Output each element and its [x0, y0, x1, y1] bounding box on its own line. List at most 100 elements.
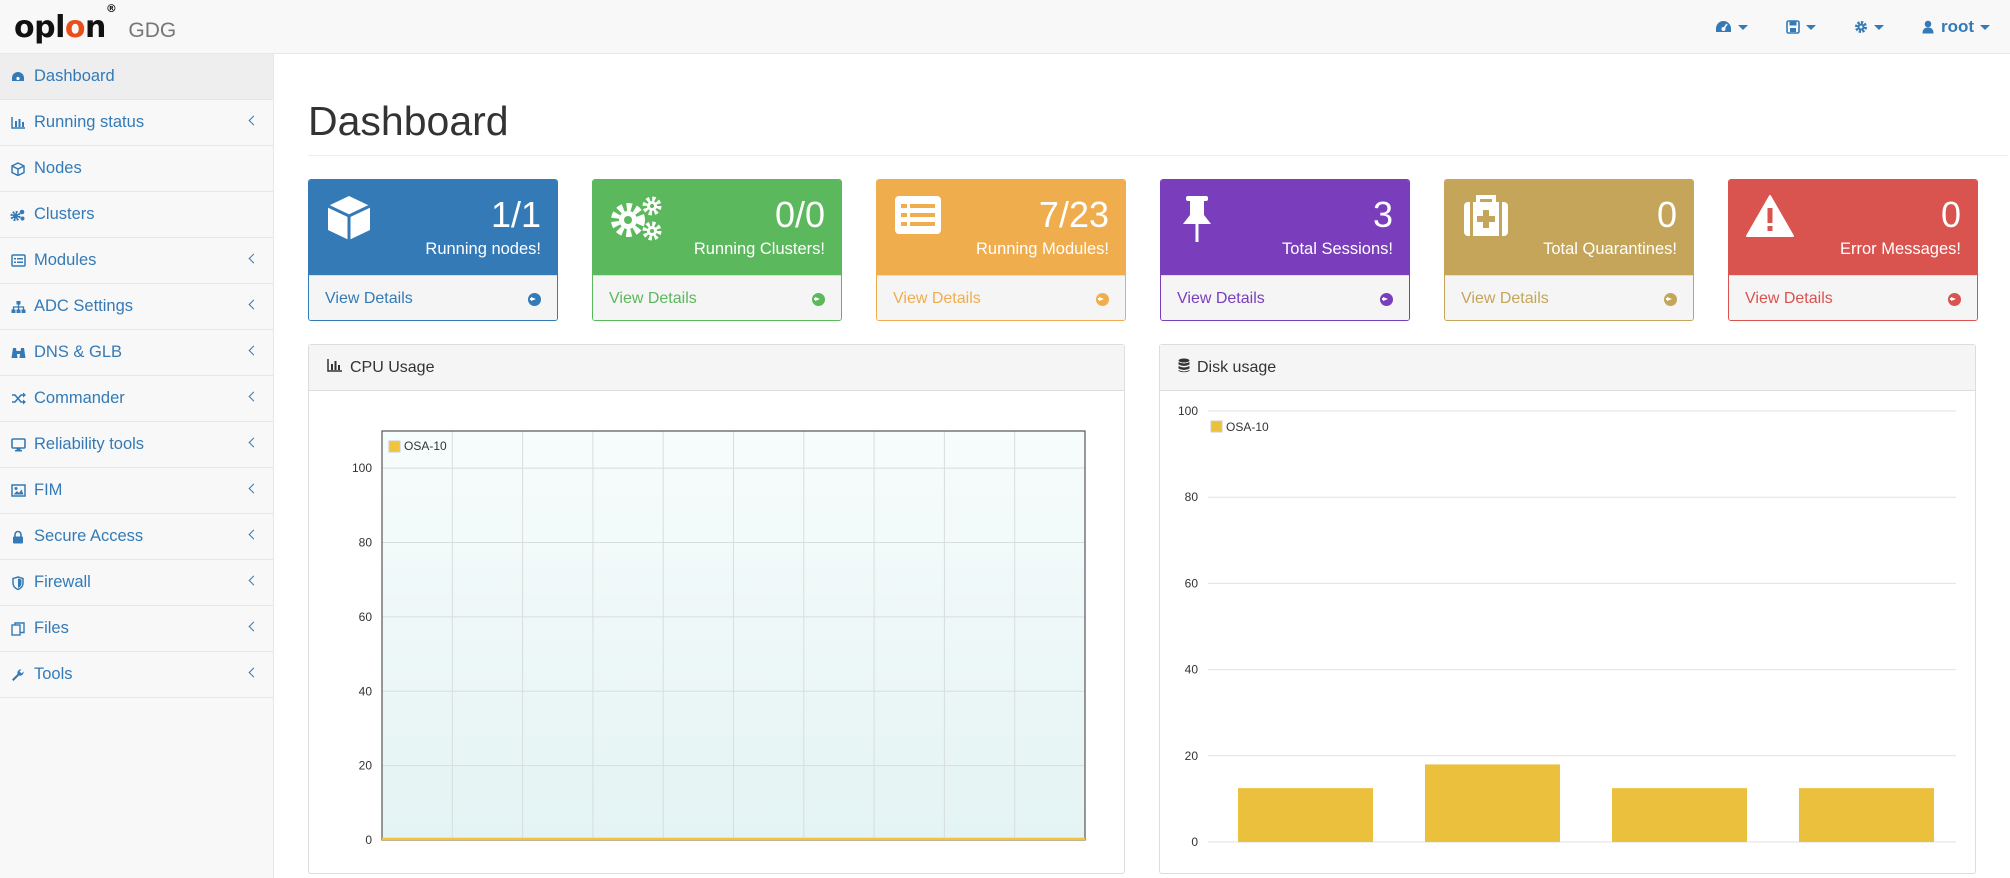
- sidebar-item-tools[interactable]: Tools: [0, 652, 273, 698]
- chevron-left-icon: [248, 667, 259, 678]
- sidebar-item-dashboard[interactable]: Dashboard: [0, 54, 273, 100]
- cpu-usage-header: CPU Usage: [309, 345, 1124, 391]
- cpu-usage-title: CPU Usage: [350, 358, 435, 376]
- sidebar-item-running-status[interactable]: Running status: [0, 100, 273, 146]
- y-tick-label: 20: [359, 759, 373, 773]
- warning-icon: [1745, 194, 1795, 243]
- dashboard-icon: [10, 69, 26, 85]
- dashboard-menu[interactable]: [1715, 0, 1748, 54]
- legend-swatch: [1210, 420, 1223, 433]
- view-details-label: View Details: [325, 290, 413, 307]
- disk-usage-title: Disk usage: [1197, 358, 1277, 376]
- gear-icon: [1854, 20, 1868, 34]
- lock-icon: [10, 529, 26, 545]
- y-tick-label: 20: [1185, 749, 1199, 763]
- disk-usage-header: Disk usage: [1160, 345, 1975, 391]
- view-details-link[interactable]: View Details: [877, 275, 1125, 320]
- y-tick-label: 40: [1185, 663, 1199, 677]
- disk-usage-panel: Disk usage 0 20 40 60 80 100 OSA-10: [1159, 344, 1976, 874]
- sidebar-item-label: Tools: [34, 665, 73, 683]
- image-icon: [10, 483, 26, 499]
- panel-heading: 7/23 Running Modules!: [877, 180, 1125, 275]
- y-tick-label: 100: [352, 461, 372, 475]
- save-menu[interactable]: [1786, 0, 1816, 54]
- sidebar-item-label: FIM: [34, 481, 63, 499]
- chevron-left-icon: [248, 575, 259, 586]
- cpu-usage-chart: 0 20 40 60 80 100 OSA-10: [352, 430, 1086, 847]
- title-divider: [308, 155, 2008, 156]
- y-tick-label: 60: [359, 610, 373, 624]
- view-details-link[interactable]: View Details: [1445, 275, 1693, 320]
- view-details-link[interactable]: View Details: [309, 275, 557, 320]
- cube-icon: [10, 161, 26, 177]
- sidebar-item-label: Modules: [34, 251, 97, 269]
- y-tick-label: 60: [1185, 576, 1199, 590]
- y-tick-label: 0: [365, 833, 372, 847]
- random-icon: [10, 391, 26, 407]
- sidebar-item-label: Firewall: [34, 573, 91, 591]
- sidebar-item-fim[interactable]: FIM: [0, 468, 273, 514]
- settings-menu[interactable]: [1854, 0, 1884, 54]
- chevron-left-icon: [248, 115, 259, 126]
- arrow-circle-right-icon: [1664, 292, 1677, 306]
- binoculars-icon: [10, 345, 26, 361]
- sidebar-item-nodes[interactable]: Nodes: [0, 146, 273, 192]
- arrow-circle-right-icon: [812, 292, 825, 306]
- list-icon: [893, 194, 943, 241]
- bar-osa-10-3: [1612, 788, 1747, 842]
- view-details-label: View Details: [1745, 290, 1833, 307]
- user-menu[interactable]: root: [1922, 0, 1990, 54]
- panel-heading: 3 Total Sessions!: [1161, 180, 1409, 275]
- sidebar-item-secure-access[interactable]: Secure Access: [0, 514, 273, 560]
- view-details-link[interactable]: View Details: [593, 275, 841, 320]
- stat-panel-running-clusters: 0/0 Running Clusters! View Details: [592, 179, 842, 321]
- cube-icon: [325, 194, 373, 247]
- sidebar-item-commander[interactable]: Commander: [0, 376, 273, 422]
- panel-label: Total Sessions!: [1282, 240, 1393, 258]
- view-details-link[interactable]: View Details: [1729, 275, 1977, 320]
- sidebar-item-label: Running status: [34, 113, 145, 131]
- sidebar-item-adc-settings[interactable]: ADC Settings: [0, 284, 273, 330]
- panel-heading: 1/1 Running nodes!: [309, 180, 557, 275]
- view-details-label: View Details: [1461, 290, 1549, 307]
- sidebar-item-modules[interactable]: Modules: [0, 238, 273, 284]
- sidebar-item-dns-glb[interactable]: DNS & GLB: [0, 330, 273, 376]
- stat-panel-error-messages: 0 Error Messages! View Details: [1728, 179, 1978, 321]
- view-details-link[interactable]: View Details: [1161, 275, 1409, 320]
- brand-app-name: GDG: [128, 19, 177, 42]
- brand[interactable]: oplon® GDG: [14, 2, 177, 45]
- sidebar-item-files[interactable]: Files: [0, 606, 273, 652]
- panel-value: 0: [1940, 194, 1961, 235]
- y-tick-label: 100: [1178, 404, 1198, 418]
- arrow-circle-right-icon: [528, 292, 541, 306]
- list-icon: [10, 253, 26, 269]
- chevron-left-icon: [248, 483, 259, 494]
- stat-panel-total-quarantines: 0 Total Quarantines! View Details: [1444, 179, 1694, 321]
- sidebar-item-firewall[interactable]: Firewall: [0, 560, 273, 606]
- arrow-circle-right-icon: [1380, 292, 1393, 306]
- chevron-left-icon: [248, 437, 259, 448]
- panel-label: Running nodes!: [425, 240, 541, 258]
- panel-label: Running Clusters!: [693, 240, 825, 258]
- stat-panel-running-modules: 7/23 Running Modules! View Details: [876, 179, 1126, 321]
- y-tick-label: 80: [359, 536, 373, 550]
- panel-value: 0: [1656, 194, 1677, 235]
- shield-icon: [10, 575, 26, 591]
- sidebar: Dashboard Running status Nodes Clusters Modu…: [0, 54, 274, 878]
- panel-label: Total Quarantines!: [1543, 240, 1677, 258]
- top-navbar: oplon® GDG root: [0, 0, 2010, 54]
- sidebar-item-label: Commander: [34, 389, 125, 407]
- sidebar-item-clusters[interactable]: Clusters: [0, 192, 273, 238]
- chevron-left-icon: [248, 391, 259, 402]
- panel-heading: 0 Error Messages!: [1729, 180, 1977, 275]
- chevron-down-icon: [1805, 24, 1816, 30]
- sidebar-item-reliability-tools[interactable]: Reliability tools: [0, 422, 273, 468]
- stat-panel-running-nodes: 1/1 Running nodes! View Details: [308, 179, 558, 321]
- panel-value: 7/23: [1038, 194, 1109, 235]
- save-icon: [1786, 20, 1800, 34]
- chevron-left-icon: [248, 299, 259, 310]
- user-icon: [1922, 20, 1934, 34]
- medkit-icon: [1461, 194, 1511, 243]
- panel-label: Running Modules!: [976, 240, 1109, 258]
- chevron-left-icon: [248, 529, 259, 540]
